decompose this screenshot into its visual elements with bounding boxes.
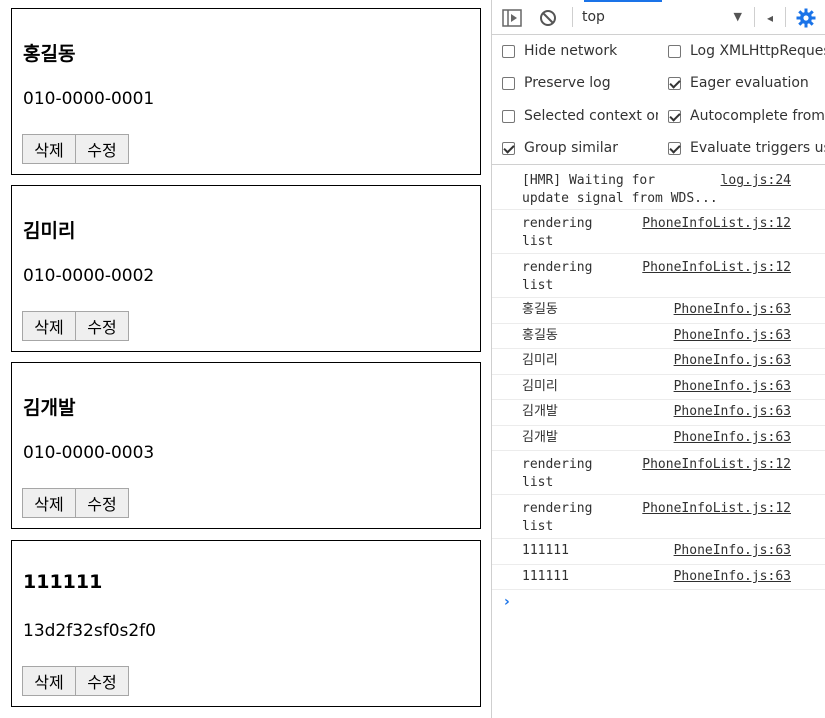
log-entry: 김미리 PhoneInfo.js:63 xyxy=(492,375,825,400)
edit-button[interactable]: 수정 xyxy=(76,666,129,696)
delete-button[interactable]: 삭제 xyxy=(22,134,76,164)
context-value: top xyxy=(582,9,605,25)
log-entry: 홍길동 PhoneInfo.js:63 xyxy=(492,324,825,349)
log-source-link[interactable]: PhoneInfo.js:63 xyxy=(674,378,791,396)
evaluate-triggers-checkbox[interactable] xyxy=(668,141,681,155)
group-similar-option[interactable]: Group similar xyxy=(502,138,658,158)
log-source-link[interactable]: PhoneInfo.js:63 xyxy=(674,429,791,447)
contact-card: 홍길동 010-0000-0001 삭제 수정 xyxy=(11,8,481,175)
log-source-link[interactable]: PhoneInfoList.js:12 xyxy=(642,456,791,474)
log-source-link[interactable]: PhoneInfo.js:63 xyxy=(674,542,791,560)
log-entry: rendering list PhoneInfoList.js:12 xyxy=(492,254,825,298)
contact-phone: 010-0000-0003 xyxy=(23,443,155,463)
contact-name: 김개발 xyxy=(23,397,76,419)
selected-context-option[interactable]: Selected context only xyxy=(502,106,658,126)
log-source-link[interactable]: PhoneInfo.js:63 xyxy=(674,568,791,586)
preserve-log-checkbox[interactable] xyxy=(502,76,515,90)
contact-name: 111111 xyxy=(23,571,103,593)
contact-name: 홍길동 xyxy=(23,43,76,65)
log-xhr-checkbox[interactable] xyxy=(668,44,681,58)
console-settings: Hide network Log XMLHttpRequests Preserv… xyxy=(492,35,825,165)
log-entry: 111111 PhoneInfo.js:63 xyxy=(492,565,825,590)
log-entry: [HMR] Waiting for update signal from WDS… xyxy=(492,166,825,210)
gear-icon[interactable] xyxy=(796,8,816,28)
edit-button[interactable]: 수정 xyxy=(76,488,129,518)
log-entry: rendering list PhoneInfoList.js:12 xyxy=(492,451,825,495)
edit-button[interactable]: 수정 xyxy=(76,311,129,341)
group-similar-checkbox[interactable] xyxy=(502,141,515,155)
contact-card: 김미리 010-0000-0002 삭제 수정 xyxy=(11,185,481,352)
hide-network-checkbox[interactable] xyxy=(502,44,515,58)
contact-card: 김개발 010-0000-0003 삭제 수정 xyxy=(11,362,481,529)
evaluate-triggers-option[interactable]: Evaluate triggers user activation xyxy=(668,138,825,158)
chevron-down-icon: ▼ xyxy=(733,10,742,23)
log-source-link[interactable]: PhoneInfoList.js:12 xyxy=(642,215,791,233)
active-tab-indicator xyxy=(584,0,662,2)
contact-phone: 010-0000-0001 xyxy=(23,89,155,109)
context-selector[interactable]: top ▼ xyxy=(582,6,748,28)
selected-context-checkbox[interactable] xyxy=(502,109,515,123)
log-source-link[interactable]: PhoneInfo.js:63 xyxy=(674,301,791,319)
console-log-list: [HMR] Waiting for update signal from WDS… xyxy=(492,166,825,620)
delete-button[interactable]: 삭제 xyxy=(22,311,76,341)
log-entry: rendering list PhoneInfoList.js:12 xyxy=(492,210,825,254)
prompt-chevron-icon: › xyxy=(504,594,510,610)
log-xhr-option[interactable]: Log XMLHttpRequests xyxy=(668,41,825,61)
contact-phone: 13d2f32sf0s2f0 xyxy=(23,621,156,641)
log-entry: 홍길동 PhoneInfo.js:63 xyxy=(492,298,825,324)
contact-phone: 010-0000-0002 xyxy=(23,266,155,286)
eager-evaluation-checkbox[interactable] xyxy=(668,76,681,90)
log-entry: 111111 PhoneInfo.js:63 xyxy=(492,539,825,565)
clear-console-icon[interactable] xyxy=(538,8,558,28)
log-entry: rendering list PhoneInfoList.js:12 xyxy=(492,495,825,539)
phone-book-app: 홍길동 010-0000-0001 삭제 수정 김미리 010-0000-000… xyxy=(0,0,491,718)
log-source-link[interactable]: PhoneInfoList.js:12 xyxy=(642,500,791,518)
preserve-log-option[interactable]: Preserve log xyxy=(502,73,658,93)
autocomplete-checkbox[interactable] xyxy=(668,109,681,123)
sidebar-toggle-icon[interactable] xyxy=(502,8,522,28)
autocomplete-option[interactable]: Autocomplete from history xyxy=(668,106,825,126)
log-entry: 김개발 PhoneInfo.js:63 xyxy=(492,426,825,451)
edit-button[interactable]: 수정 xyxy=(76,134,129,164)
log-source-link[interactable]: PhoneInfo.js:63 xyxy=(674,352,791,370)
contact-name: 김미리 xyxy=(23,220,76,242)
left-arrow-icon[interactable]: ◂ xyxy=(760,8,780,28)
eager-evaluation-option[interactable]: Eager evaluation xyxy=(668,73,825,93)
delete-button[interactable]: 삭제 xyxy=(22,488,76,518)
delete-button[interactable]: 삭제 xyxy=(22,666,76,696)
contact-card: 111111 13d2f32sf0s2f0 삭제 수정 xyxy=(11,540,481,707)
console-toolbar: top ▼ ◂ xyxy=(492,0,825,35)
log-source-link[interactable]: PhoneInfoList.js:12 xyxy=(642,259,791,277)
hide-network-option[interactable]: Hide network xyxy=(502,41,658,61)
devtools-console-panel: top ▼ ◂ Hide network Log XMLHttpReque Pr… xyxy=(491,0,825,718)
log-entry: 김개발 PhoneInfo.js:63 xyxy=(492,400,825,426)
log-source-link[interactable]: PhoneInfo.js:63 xyxy=(674,327,791,345)
log-entry: 김미리 PhoneInfo.js:63 xyxy=(492,349,825,375)
console-prompt[interactable]: › xyxy=(492,590,825,620)
log-source-link[interactable]: log.js:24 xyxy=(721,172,791,190)
log-source-link[interactable]: PhoneInfo.js:63 xyxy=(674,403,791,421)
